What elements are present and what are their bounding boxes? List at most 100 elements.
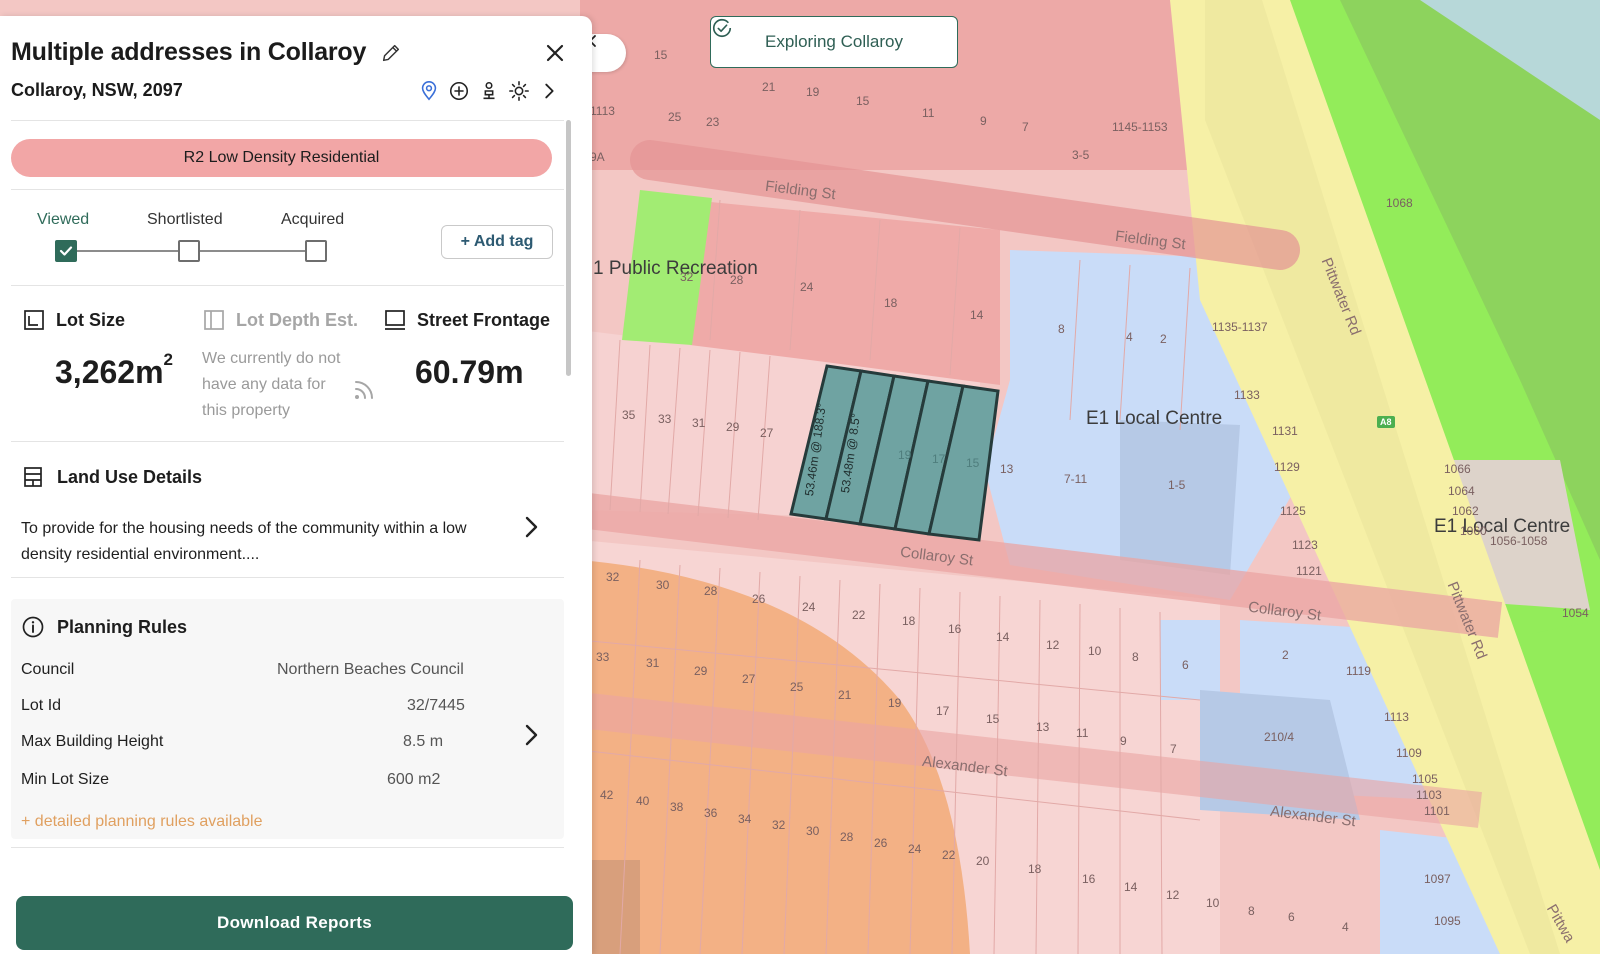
planning-rules-title: Planning Rules bbox=[57, 616, 188, 637]
chevron-right-icon[interactable] bbox=[520, 722, 542, 748]
lot-number: 28 bbox=[840, 830, 854, 844]
rule-value: 32/7445 bbox=[407, 697, 465, 714]
no-signal-icon bbox=[355, 381, 373, 399]
detailed-rules-link[interactable]: + detailed planning rules available bbox=[21, 813, 263, 831]
lot-number: 13 bbox=[1036, 720, 1050, 734]
map-pin-icon[interactable] bbox=[418, 80, 440, 102]
chevron-right-icon[interactable] bbox=[520, 514, 542, 540]
lot-number: 1066 bbox=[1444, 462, 1471, 476]
address-subtitle: Collaroy, NSW, 2097 bbox=[11, 80, 183, 100]
lot-number: 17 bbox=[932, 452, 946, 466]
lot-number: 15 bbox=[856, 94, 870, 108]
lot-number: 19 bbox=[888, 696, 902, 710]
lot-number: 40 bbox=[636, 794, 650, 808]
lot-number: 13 bbox=[1000, 462, 1014, 476]
divider bbox=[11, 189, 564, 190]
property-panel: Multiple addresses in Collaroy Collaroy,… bbox=[0, 16, 592, 954]
lot-number: 8 bbox=[1058, 322, 1065, 336]
land-use-header[interactable]: Land Use Details bbox=[21, 465, 202, 489]
lot-number: 21 bbox=[838, 688, 852, 702]
lot-number: 10 bbox=[1088, 644, 1102, 658]
lot-number: 9A bbox=[590, 150, 605, 164]
lot-number: 31 bbox=[692, 416, 706, 430]
lot-depth-stat: Lot Depth Est. We currently do not have … bbox=[202, 308, 358, 424]
lot-number: 15 bbox=[654, 48, 668, 62]
lot-number: 32 bbox=[772, 818, 786, 832]
add-tag-button[interactable]: + Add tag bbox=[441, 225, 553, 259]
add-circle-icon[interactable] bbox=[448, 80, 470, 102]
lot-number: 11 bbox=[922, 106, 935, 120]
land-use-title: Land Use Details bbox=[57, 466, 203, 487]
street-frontage-stat: Street Frontage 60.79m bbox=[383, 308, 550, 391]
lot-number: 24 bbox=[908, 842, 922, 856]
lot-number: 1068 bbox=[1386, 196, 1413, 210]
collapse-panel-button[interactable] bbox=[586, 34, 626, 72]
lot-number: 19 bbox=[898, 448, 912, 462]
tag-shortlisted-checkbox[interactable] bbox=[178, 240, 200, 262]
rule-value: 8.5 m bbox=[403, 733, 444, 750]
tag-viewed-label: Viewed bbox=[37, 211, 90, 228]
lot-number: 28 bbox=[704, 584, 718, 598]
lot-number: 32 bbox=[680, 270, 694, 284]
tag-viewed-checkbox[interactable] bbox=[55, 240, 77, 262]
lot-number: 210/4 bbox=[1264, 730, 1295, 744]
lot-number: 1095 bbox=[1434, 914, 1461, 928]
lot-number: 22 bbox=[942, 848, 956, 862]
sun-icon[interactable] bbox=[508, 80, 530, 102]
lot-number: 38 bbox=[670, 800, 684, 814]
lot-number: 33 bbox=[596, 650, 610, 664]
lot-number: 36 bbox=[704, 806, 718, 820]
lot-number: 24 bbox=[802, 600, 816, 614]
lot-number: 42 bbox=[600, 788, 614, 802]
tag-acquired-checkbox[interactable] bbox=[305, 240, 327, 262]
lot-number: 14 bbox=[1124, 880, 1138, 894]
panel-scrollbar[interactable] bbox=[566, 120, 571, 376]
lot-number: 1-5 bbox=[1168, 478, 1186, 492]
lot-number: 1064 bbox=[1448, 484, 1475, 498]
lot-number: 22 bbox=[852, 608, 866, 622]
edit-pencil-icon[interactable] bbox=[380, 42, 402, 64]
divider bbox=[11, 285, 564, 286]
lot-number: 31 bbox=[646, 656, 660, 670]
close-icon[interactable] bbox=[543, 41, 567, 65]
tag-acquired-label: Acquired bbox=[281, 211, 345, 228]
lot-size-stat: Lot Size 3,262m2 bbox=[22, 308, 173, 391]
street-frontage-icon bbox=[385, 310, 405, 330]
lot-number: 1145-1153 bbox=[1112, 120, 1168, 134]
lot-number: 4 bbox=[1342, 920, 1349, 934]
street-frontage-label: Street Frontage bbox=[417, 309, 551, 330]
lot-number: 3-5 bbox=[1072, 148, 1090, 162]
lot-number: 32 bbox=[606, 570, 620, 584]
chevron-right-icon[interactable] bbox=[538, 80, 560, 102]
lot-number: 7 bbox=[1170, 742, 1177, 756]
lot-number: 1125 bbox=[1280, 504, 1306, 518]
lot-number: 25 bbox=[668, 110, 682, 124]
lot-number: 18 bbox=[902, 614, 916, 628]
zoning-badge[interactable]: R2 Low Density Residential bbox=[11, 139, 552, 177]
lot-number: 1109 bbox=[1396, 746, 1422, 760]
lot-number: 15 bbox=[986, 712, 1000, 726]
lot-number: 1133 bbox=[1234, 388, 1260, 402]
download-reports-button[interactable]: Download Reports bbox=[16, 896, 573, 950]
lot-number: 29 bbox=[726, 420, 740, 434]
lot-number: 11 bbox=[1076, 726, 1089, 740]
lot-number: 1131 bbox=[1272, 424, 1298, 438]
lot-number: 1062 bbox=[1452, 504, 1479, 518]
exploring-area-label: Exploring Collaroy bbox=[765, 32, 903, 51]
rule-key: Min Lot Size bbox=[21, 771, 110, 788]
building-icon bbox=[24, 467, 42, 487]
lot-number: 9 bbox=[1120, 734, 1127, 748]
planning-rules-header: Planning Rules bbox=[21, 615, 187, 639]
exploring-area-chip[interactable]: Exploring Collaroy bbox=[710, 16, 958, 68]
lot-number: 26 bbox=[874, 836, 888, 850]
lot-number: 25 bbox=[790, 680, 804, 694]
lot-number: 6 bbox=[1288, 910, 1295, 924]
lot-number: 2 bbox=[1160, 332, 1167, 346]
lot-number: 20 bbox=[976, 854, 990, 868]
lot-number: 21 bbox=[762, 80, 776, 94]
lot-number: 8 bbox=[1132, 650, 1139, 664]
lot-size-value: 3,262m bbox=[55, 354, 164, 390]
street-view-person-icon[interactable] bbox=[478, 80, 500, 102]
lot-number: 17 bbox=[936, 704, 950, 718]
lot-number: 1119 bbox=[1346, 664, 1371, 678]
